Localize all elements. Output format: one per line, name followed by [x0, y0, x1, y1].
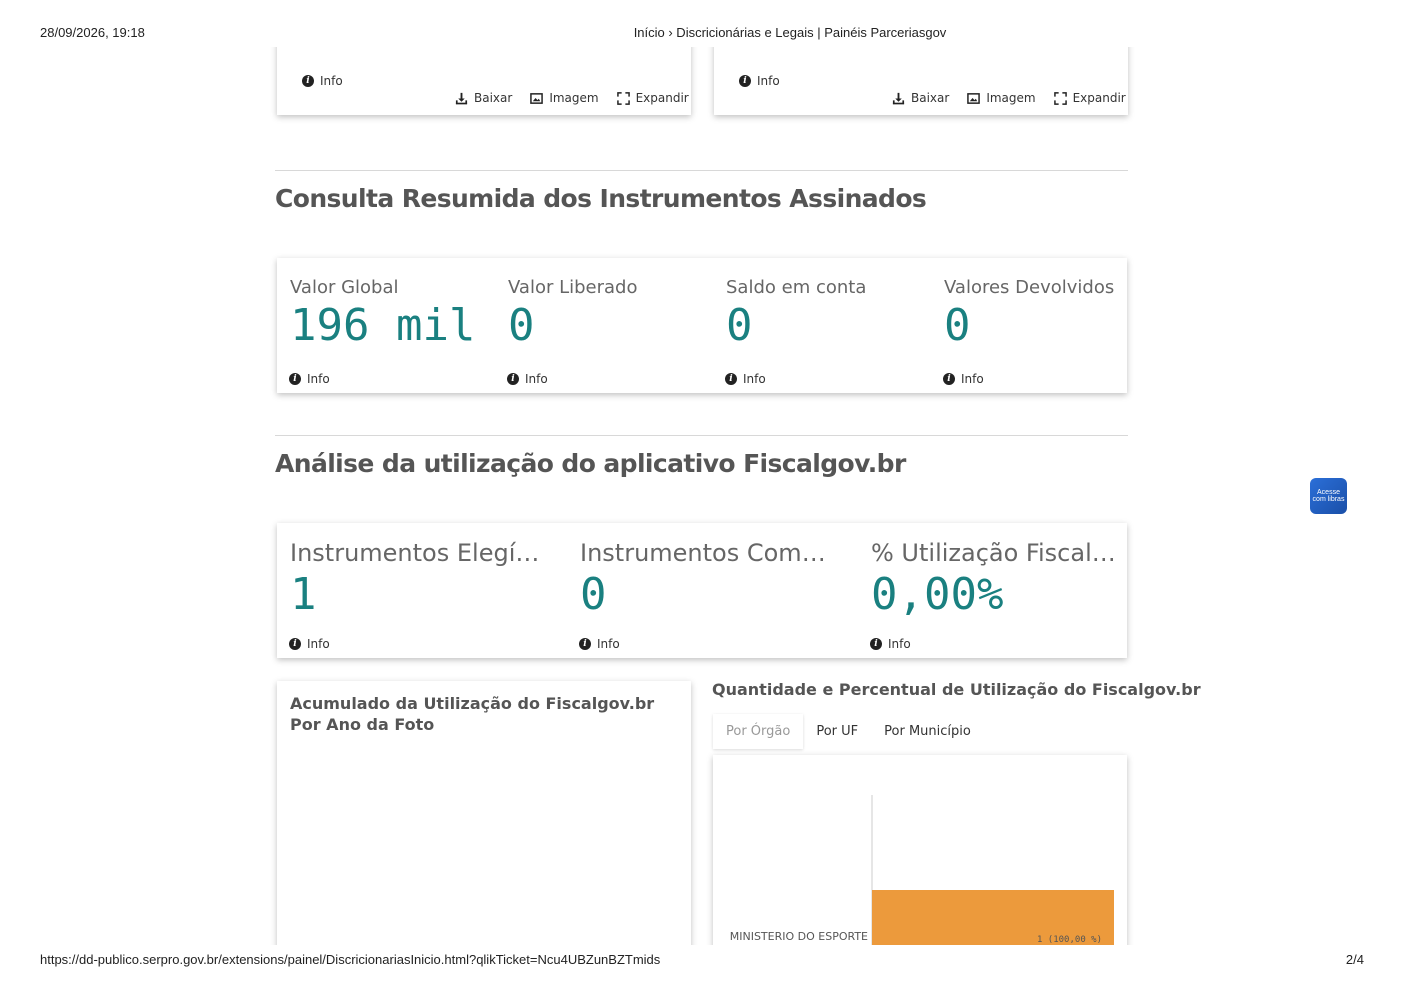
- info-icon: i: [289, 373, 301, 385]
- kpi-value: 0: [944, 300, 971, 351]
- image-button[interactable]: Imagem: [530, 91, 599, 105]
- info-link[interactable]: i Info: [302, 74, 343, 88]
- print-title: Início › Discricionárias e Legais | Pain…: [633, 25, 947, 40]
- info-icon: i: [870, 638, 882, 650]
- tab-por-orgao[interactable]: Por Órgão: [713, 714, 804, 749]
- chart-title-acumulado: Acumulado da Utilização do Fiscalgov.br …: [290, 694, 655, 734]
- tab-por-uf[interactable]: Por UF: [803, 714, 871, 749]
- download-button[interactable]: Baixar: [892, 91, 949, 105]
- kpi-label: Valores Devolvidos: [944, 277, 1115, 298]
- kpi-label: Valor Global: [290, 277, 399, 298]
- expand-button[interactable]: Expandir: [1053, 91, 1126, 105]
- info-link[interactable]: i Info: [289, 372, 330, 386]
- section-divider: [275, 435, 1128, 436]
- image-button[interactable]: Imagem: [967, 91, 1036, 105]
- category-label-0: MINISTERIO DO ESPORTE: [730, 930, 868, 943]
- data-label-0: 1 (100,00 %): [1037, 935, 1102, 945]
- info-label: Info: [757, 74, 780, 88]
- kpi-value: 196 mil: [290, 300, 476, 351]
- page-content: i Info Baixar Imagem Expandir i Info Bai…: [0, 47, 1404, 945]
- kpi-value: 0,00%: [871, 569, 1004, 620]
- info-icon: i: [507, 373, 519, 385]
- info-label: Info: [320, 74, 343, 88]
- section-title-instrumentos: Consulta Resumida dos Instrumentos Assin…: [275, 184, 927, 213]
- image-icon: [967, 92, 981, 104]
- kpi-percentual-utilizacao: % Utilização Fiscalgo... 0,00%: [871, 539, 1121, 622]
- download-icon: [455, 92, 468, 104]
- kpi-instrumentos-elegiveis: Instrumentos Elegív... 1: [290, 539, 540, 622]
- info-link[interactable]: i Info: [507, 372, 548, 386]
- section-divider: [275, 170, 1128, 171]
- image-icon: [530, 92, 544, 104]
- info-link[interactable]: i Info: [289, 637, 330, 651]
- info-icon: i: [289, 638, 301, 650]
- section-title-fiscalgov: Análise da utilização do aplicativo Fisc…: [275, 449, 906, 478]
- download-button[interactable]: Baixar: [455, 91, 512, 105]
- download-icon: [892, 92, 905, 104]
- chart-title-quantidade: Quantidade e Percentual de Utilização do…: [712, 680, 1201, 699]
- bar-chart: MINISTERIO DO ESPORTE 1 (100,00 %): [730, 795, 1114, 945]
- kpi-value: 1: [290, 569, 317, 620]
- chart-card-quantidade: MINISTERIO DO ESPORTE 1 (100,00 %): [713, 755, 1127, 945]
- info-link[interactable]: i Info: [725, 372, 766, 386]
- kpi-card-fiscalgov: Instrumentos Elegív... 1 i Info Instrume…: [277, 523, 1127, 658]
- info-icon: i: [725, 373, 737, 385]
- kpi-instrumentos-com: Instrumentos Com ... 0: [580, 539, 830, 622]
- chart-tabs: Por Órgão Por UF Por Município: [713, 714, 984, 749]
- tab-por-municipio[interactable]: Por Município: [871, 714, 984, 749]
- top-card-left: i Info Baixar Imagem Expandir: [277, 47, 691, 115]
- kpi-valor-global: Valor Global 196 mil: [290, 277, 490, 353]
- kpi-value: 0: [726, 300, 753, 351]
- kpi-valor-liberado: Valor Liberado 0: [508, 277, 708, 353]
- kpi-value: 0: [508, 300, 535, 351]
- info-icon: i: [579, 638, 591, 650]
- card-toolbar: Baixar Imagem Expandir: [892, 91, 1126, 105]
- print-page-number: 2/4: [1345, 952, 1364, 967]
- print-url: https://dd-publico.serpro.gov.br/extensi…: [40, 952, 661, 967]
- kpi-label: Instrumentos Elegív...: [290, 539, 540, 567]
- kpi-valores-devolvidos: Valores Devolvidos 0: [944, 277, 1124, 353]
- expand-icon: [616, 91, 630, 105]
- info-icon: i: [943, 373, 955, 385]
- info-link[interactable]: i Info: [943, 372, 984, 386]
- expand-icon: [1053, 91, 1067, 105]
- kpi-label: Instrumentos Com ...: [580, 539, 830, 567]
- info-icon: i: [739, 75, 751, 87]
- chart-card-acumulado: Acumulado da Utilização do Fiscalgov.br …: [277, 681, 691, 945]
- kpi-label: % Utilização Fiscalgo...: [871, 539, 1121, 567]
- info-icon: i: [302, 75, 314, 87]
- kpi-saldo-em-conta: Saldo em conta 0: [726, 277, 926, 353]
- info-link[interactable]: i Info: [579, 637, 620, 651]
- card-toolbar: Baixar Imagem Expandir: [455, 91, 689, 105]
- expand-button[interactable]: Expandir: [616, 91, 689, 105]
- info-link[interactable]: i Info: [739, 74, 780, 88]
- kpi-card-instrumentos: Valor Global 196 mil i Info Valor Libera…: [277, 258, 1127, 393]
- kpi-label: Valor Liberado: [508, 277, 638, 298]
- libras-accessibility-button[interactable]: Acesse com libras: [1310, 478, 1347, 514]
- kpi-value: 0: [580, 569, 607, 620]
- kpi-label: Saldo em conta: [726, 277, 867, 298]
- libras-button-label: Acesse com libras: [1312, 489, 1345, 503]
- top-card-right: i Info Baixar Imagem Expandir: [714, 47, 1128, 115]
- info-link[interactable]: i Info: [870, 637, 911, 651]
